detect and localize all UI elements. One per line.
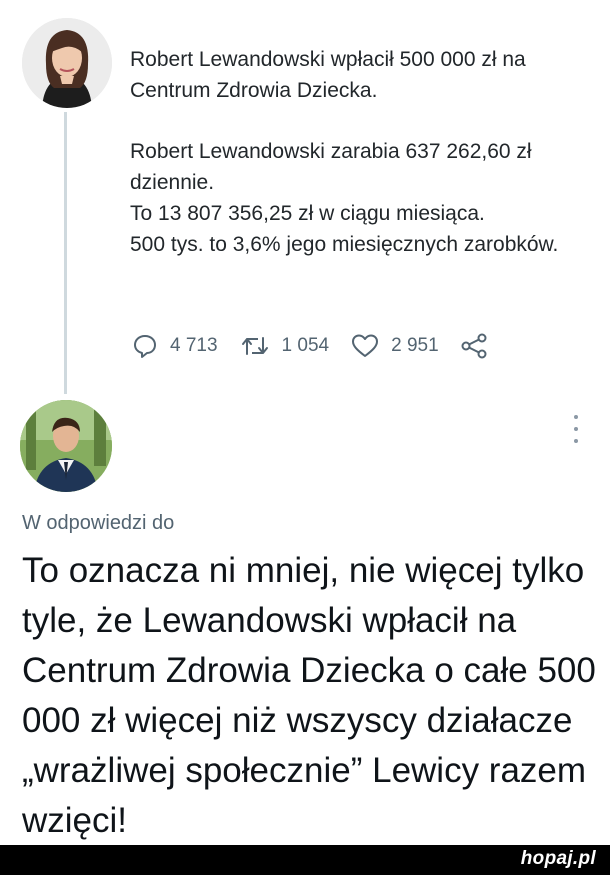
like-count: 2 951 xyxy=(391,335,439,356)
thread-connector-line xyxy=(64,112,67,394)
retweet-count: 1 054 xyxy=(281,335,330,356)
dot xyxy=(574,427,578,431)
man-portrait-icon xyxy=(20,400,112,492)
dot xyxy=(574,439,578,443)
original-tweet-text: Robert Lewandowski wpłacił 500 000 zł na… xyxy=(130,44,590,260)
tweet-paragraph: Robert Lewandowski zarabia 637 262,60 zł… xyxy=(130,136,590,260)
retweet-icon xyxy=(241,337,268,355)
dot xyxy=(574,415,578,419)
like-button[interactable]: 2 951 xyxy=(351,333,439,359)
share-icon xyxy=(461,333,487,359)
more-options-icon[interactable] xyxy=(571,415,581,443)
tweet-line: 500 tys. to 3,6% jego miesięcznych zarob… xyxy=(130,233,559,256)
avatar-original-author[interactable] xyxy=(22,18,112,108)
footer-bar: hopaj.pl xyxy=(0,845,610,875)
tweet-paragraph: Robert Lewandowski wpłacił 500 000 zł na… xyxy=(130,48,526,102)
reply-button[interactable]: 4 713 xyxy=(132,333,218,359)
tweet-actions-bar: 4 713 1 054 2 951 xyxy=(132,331,523,361)
woman-portrait-icon xyxy=(22,18,112,108)
reply-tweet-text: To oznacza ni mniej, nie więcej tylko ty… xyxy=(22,551,596,840)
reply-icon xyxy=(134,335,156,358)
site-watermark: hopaj.pl xyxy=(520,848,596,869)
avatar-reply-author[interactable] xyxy=(20,400,112,492)
reply-count: 4 713 xyxy=(170,335,218,356)
reply-to-label: W odpowiedzi do xyxy=(22,512,175,534)
share-button[interactable] xyxy=(461,333,501,359)
heart-icon xyxy=(352,334,379,357)
tweet-line: To 13 807 356,25 zł w ciągu miesiąca. xyxy=(130,202,485,225)
tweet-line: Robert Lewandowski zarabia 637 262,60 zł… xyxy=(130,140,532,194)
retweet-button[interactable]: 1 054 xyxy=(240,334,330,358)
